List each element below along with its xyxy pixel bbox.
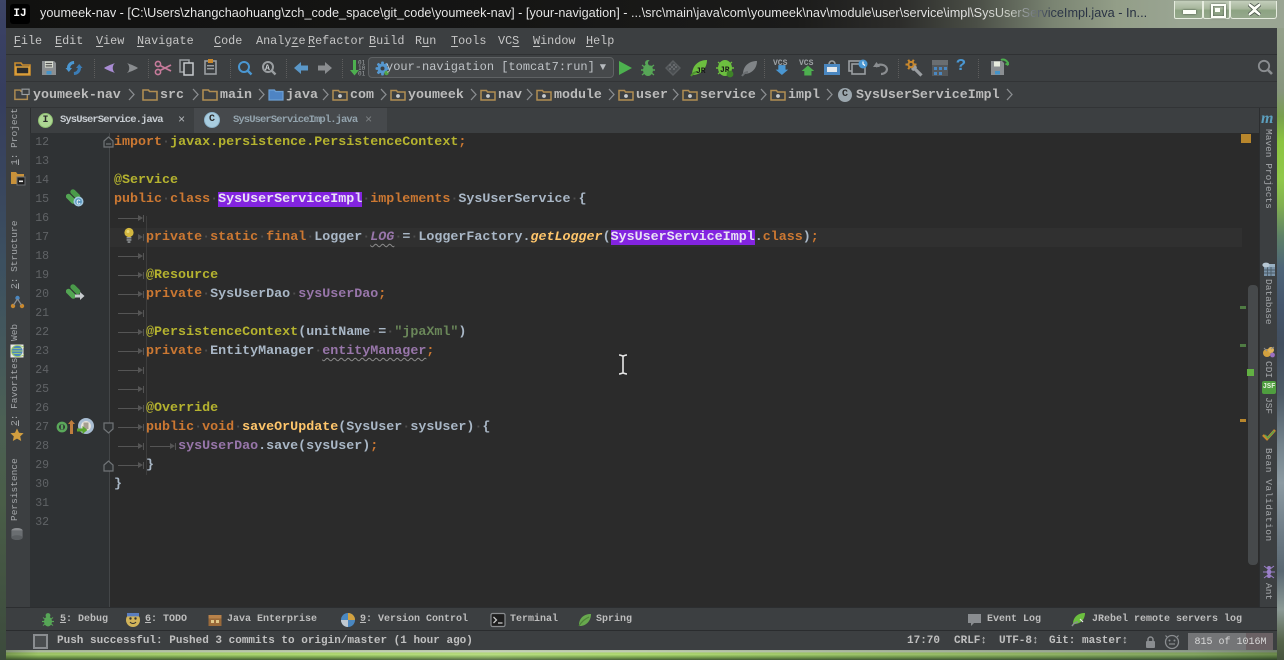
svg-text:A: A: [265, 64, 270, 73]
svg-text:VCS: VCS: [799, 59, 814, 68]
svg-text:JR: JR: [696, 67, 706, 76]
svg-text:C: C: [76, 199, 81, 207]
svg-text:01: 01: [358, 71, 366, 78]
